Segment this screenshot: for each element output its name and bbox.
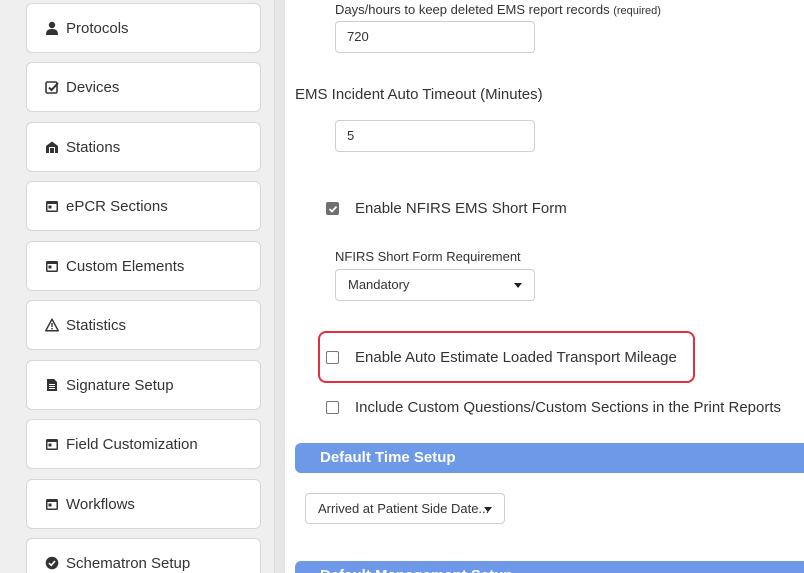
nfirs-requirement-select[interactable]: Mandatory	[335, 269, 535, 301]
window-icon	[45, 497, 59, 511]
required-note: (required)	[613, 5, 661, 17]
sidebar-item-epcr-sections[interactable]: ePCR Sections	[26, 181, 261, 231]
auto-timeout-input[interactable]: 5	[335, 120, 535, 152]
nfirs-short-form-checkbox[interactable]	[326, 202, 339, 215]
default-time-value: Arrived at Patient Side Date...	[318, 501, 490, 516]
nfirs-short-form-label: Enable NFIRS EMS Short Form	[355, 200, 567, 217]
window-icon	[45, 437, 59, 451]
auto-timeout-label: EMS Incident Auto Timeout (Minutes)	[295, 86, 543, 103]
default-time-dropdown[interactable]: Arrived at Patient Side Date...	[305, 493, 505, 524]
sidebar-item-label: Devices	[66, 78, 120, 96]
deleted-days-label: Days/hours to keep deleted EMS report re…	[335, 2, 661, 17]
include-custom-checkbox[interactable]	[326, 401, 339, 414]
sidebar-item-field-customization[interactable]: Field Customization	[26, 419, 261, 469]
settings-panel: Days/hours to keep deleted EMS report re…	[284, 0, 804, 573]
sidebar-item-signature-setup[interactable]: Signature Setup	[26, 360, 261, 410]
checkmark-icon	[328, 205, 337, 213]
sidebar-item-stations[interactable]: Stations	[26, 122, 261, 172]
sidebar-item-label: Protocols	[66, 19, 129, 37]
sidebar-item-workflows[interactable]: Workflows	[26, 479, 261, 529]
building-icon	[45, 140, 59, 154]
sidebar-item-custom-elements[interactable]: Custom Elements	[26, 241, 261, 291]
nfirs-requirement-value: Mandatory	[348, 277, 410, 292]
default-management-header: Default Management Setup	[295, 561, 804, 573]
sidebar-item-label: Stations	[66, 138, 121, 156]
sidebar-item-label: Statistics	[66, 316, 127, 334]
include-custom-row: Include Custom Questions/Custom Sections…	[326, 399, 781, 416]
sidebar-item-label: Signature Setup	[66, 376, 174, 394]
sidebar-item-label: Field Customization	[66, 435, 198, 453]
auto-mileage-checkbox[interactable]	[326, 351, 339, 364]
window-icon	[45, 259, 59, 273]
auto-mileage-label: Enable Auto Estimate Loaded Transport Mi…	[355, 349, 677, 366]
sidebar-item-label: ePCR Sections	[66, 197, 168, 215]
sidebar-item-label: Custom Elements	[66, 257, 185, 275]
sidebar-item-protocols[interactable]: Protocols	[26, 3, 261, 53]
sidebar-item-label: Workflows	[66, 495, 135, 513]
checkbox-icon	[45, 80, 59, 94]
auto-mileage-row: Enable Auto Estimate Loaded Transport Mi…	[326, 349, 677, 366]
document-icon	[45, 378, 59, 392]
sidebar-item-devices[interactable]: Devices	[26, 62, 261, 112]
sidebar-item-statistics[interactable]: Statistics	[26, 300, 261, 350]
sidebar-item-label: Schematron Setup	[66, 554, 191, 572]
window-icon	[45, 199, 59, 213]
sidebar: Protocols Devices Stations ePCR Sections…	[0, 0, 285, 573]
caret-down-icon	[514, 283, 522, 288]
deleted-days-input[interactable]: 720	[335, 21, 535, 53]
sidebar-item-schematron-setup[interactable]: Schematron Setup	[26, 538, 261, 573]
badge-check-icon	[45, 556, 59, 570]
include-custom-label: Include Custom Questions/Custom Sections…	[355, 399, 782, 416]
warning-icon	[45, 318, 59, 332]
user-icon	[45, 21, 59, 35]
nfirs-requirement-label: NFIRS Short Form Requirement	[335, 249, 521, 264]
default-time-header: Default Time Setup	[295, 443, 804, 473]
caret-down-icon	[484, 507, 492, 512]
nfirs-short-form-row: Enable NFIRS EMS Short Form	[326, 200, 567, 217]
